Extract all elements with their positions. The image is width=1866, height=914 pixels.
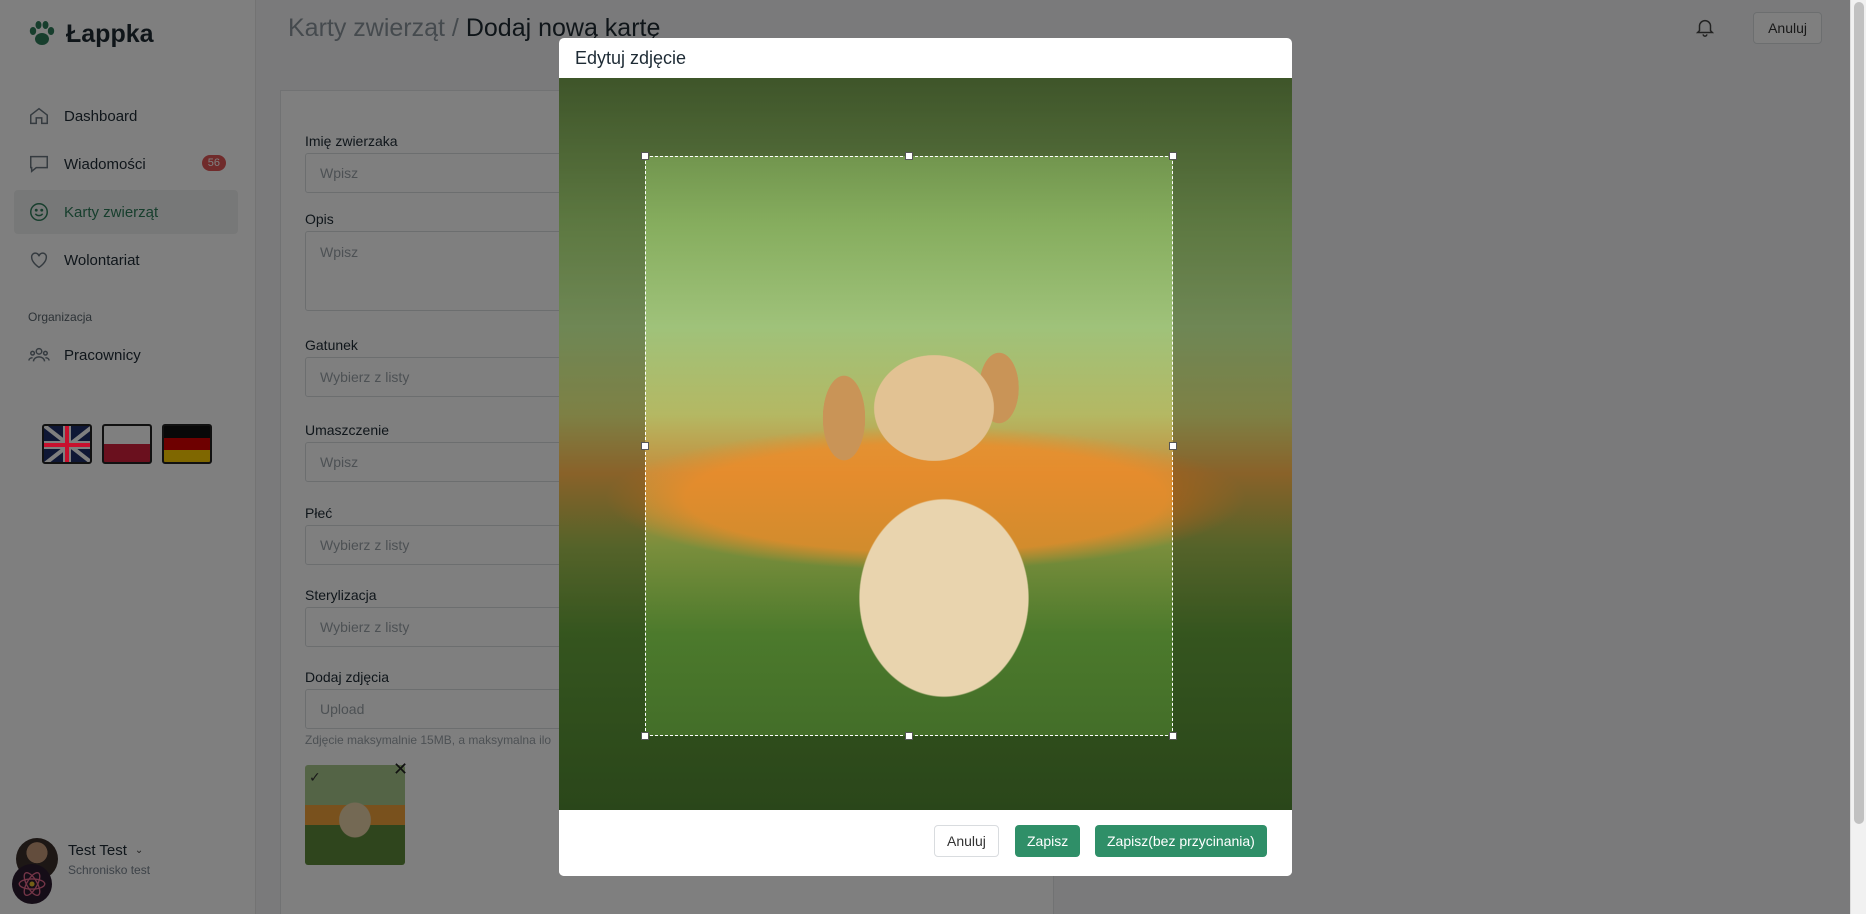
crop-handle-s[interactable]	[905, 732, 913, 740]
crop-handle-ne[interactable]	[1169, 152, 1177, 160]
scrollbar[interactable]	[1850, 0, 1866, 914]
crop-handle-n[interactable]	[905, 152, 913, 160]
modal-title: Edytuj zdjęcie	[575, 48, 687, 68]
modal-footer: Anuluj Zapisz Zapisz(bez przycinania)	[559, 810, 1292, 876]
crop-selection[interactable]	[641, 152, 1177, 740]
edit-photo-modal: Edytuj zdjęcie Anuluj Zapisz Zapisz(bez …	[559, 38, 1292, 876]
crop-handle-w[interactable]	[641, 442, 649, 450]
crop-handle-nw[interactable]	[641, 152, 649, 160]
crop-handle-e[interactable]	[1169, 442, 1177, 450]
crop-handle-se[interactable]	[1169, 732, 1177, 740]
save-without-crop-button[interactable]: Zapisz(bez przycinania)	[1095, 825, 1267, 857]
photo-image	[559, 78, 1292, 810]
modal-cancel-button[interactable]: Anuluj	[934, 825, 999, 857]
scrollbar-thumb[interactable]	[1854, 2, 1864, 824]
save-button[interactable]: Zapisz	[1015, 825, 1081, 857]
crop-handle-sw[interactable]	[641, 732, 649, 740]
